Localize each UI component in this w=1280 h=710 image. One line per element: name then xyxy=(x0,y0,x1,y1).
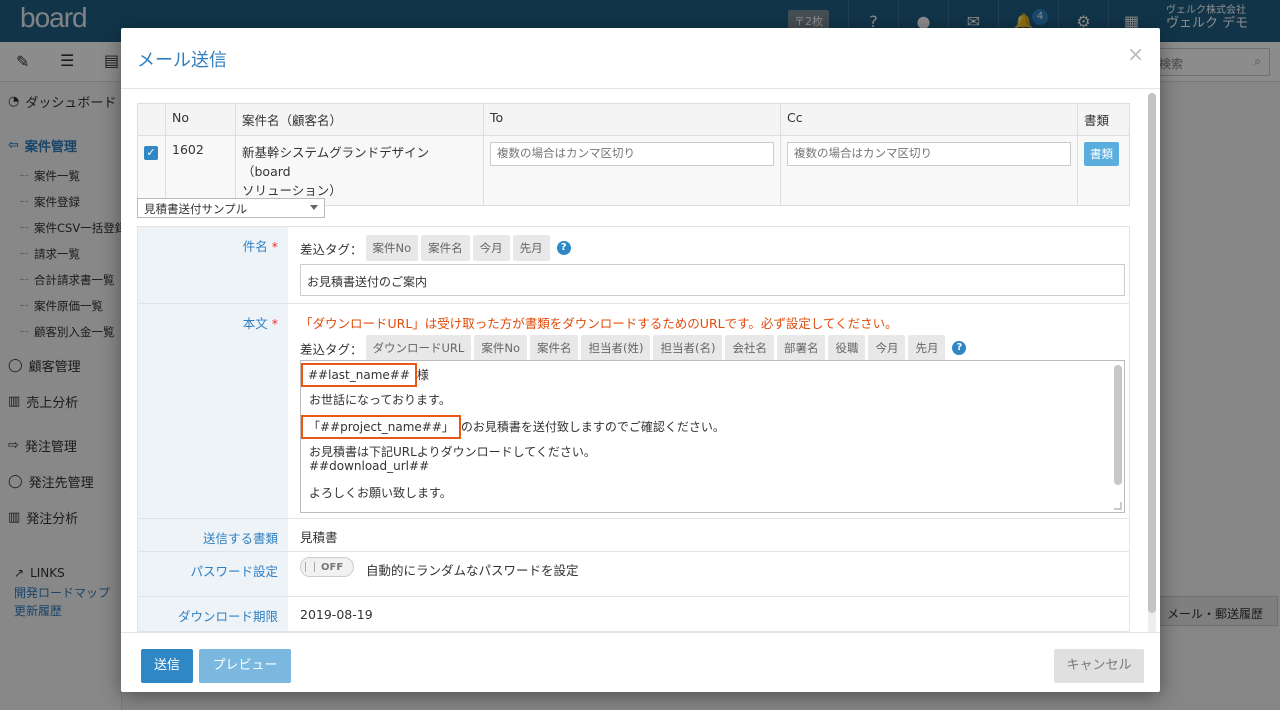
body-textarea[interactable]: ##last_name## 様 お世話になっております。 「##project_n… xyxy=(300,360,1125,513)
documents-row: 送信する書類 見積書 xyxy=(137,519,1130,552)
help-icon[interactable]: ? xyxy=(952,341,967,355)
send-button[interactable]: 送信 xyxy=(141,649,193,683)
modal-footer: 送信 プレビュー キャンセル xyxy=(121,632,1160,692)
password-row: パスワード設定 OFF 自動的にランダムなパスワードを設定 xyxy=(137,552,1130,597)
insert-tag-button[interactable]: 案件名 xyxy=(529,335,579,361)
expiry-row: ダウンロード期限 2019-08-19 xyxy=(137,597,1130,632)
project-name: 新基幹システムグランドデザイン（board xyxy=(242,145,430,179)
download-url-warning: 「ダウンロードURL」は受け取った方が書類をダウンロードするためのURLです。必… xyxy=(300,316,898,331)
chevron-down-icon xyxy=(310,205,318,210)
project-no: 1602 xyxy=(165,135,236,206)
body-label: 本文 * xyxy=(138,304,288,518)
toggle-knob xyxy=(305,562,315,572)
required-mark: * xyxy=(271,316,278,331)
select-column-header xyxy=(137,103,166,136)
last-name-placeholder-highlight: ##last_name## xyxy=(301,363,417,387)
insert-tag-button[interactable]: 部署名 xyxy=(776,335,826,361)
template-select[interactable]: 見積書送付サンプル xyxy=(137,198,325,218)
expiry-value[interactable]: 2019-08-19 xyxy=(288,597,1129,631)
subject-label-text: 件名 xyxy=(242,239,268,254)
cc-field[interactable] xyxy=(787,142,1071,166)
documents-label: 送信する書類 xyxy=(138,519,288,551)
table-header-row: No 案件名（顧客名） To Cc 書類 xyxy=(137,103,1130,136)
tags-label: 差込タグ： xyxy=(300,341,363,357)
scrollbar-thumb[interactable] xyxy=(1148,93,1156,613)
insert-tag-button[interactable]: 先月 xyxy=(908,335,946,361)
insert-tag-button[interactable]: 今月 xyxy=(868,335,906,361)
insert-tag-button[interactable]: 案件No xyxy=(474,335,527,361)
column-header: No xyxy=(165,103,236,136)
to-cell xyxy=(483,135,781,206)
preview-button[interactable]: プレビュー xyxy=(199,649,291,683)
recipients-table: No 案件名（顧客名） To Cc 書類 ✓ 1602 新基幹システムグランドデ… xyxy=(137,103,1130,206)
body-line: ##last_name## 様 xyxy=(301,363,1116,387)
subject-content: 差込タグ： 案件No 案件名 今月 先月 ? お見積書送付のご案内 xyxy=(288,227,1129,303)
customer-name: ソリューション） xyxy=(242,183,342,198)
body-label-text: 本文 xyxy=(242,316,268,331)
insert-tag-button[interactable]: 担当者(姓) xyxy=(581,335,651,361)
help-icon[interactable]: ? xyxy=(556,241,571,255)
modal-title: メール送信 xyxy=(137,50,227,71)
document-button[interactable]: 書類 xyxy=(1084,142,1119,166)
subject-tag-row: 差込タグ： 案件No 案件名 今月 先月 ? xyxy=(300,235,1117,261)
column-header: Cc xyxy=(780,103,1078,136)
doc-cell: 書類 xyxy=(1077,135,1130,206)
expiry-label: ダウンロード期限 xyxy=(138,597,288,631)
project-name-cell: 新基幹システムグランドデザイン（board ソリューション） xyxy=(235,135,484,206)
body-tag-row: 差込タグ： ダウンロードURL 案件No 案件名 担当者(姓) 担当者(名) 会… xyxy=(300,335,1117,361)
toggle-state: OFF xyxy=(321,561,344,573)
resize-handle[interactable] xyxy=(1114,502,1122,510)
insert-tag-button[interactable]: 今月 xyxy=(472,235,510,261)
body-text: のお見積書を送付致しますのでご確認ください。 xyxy=(460,420,725,434)
select-cell: ✓ xyxy=(137,135,166,206)
body-line: よろしくお願い致します。 xyxy=(309,486,452,500)
textarea-scrollbar[interactable] xyxy=(1114,365,1122,485)
subject-row: 件名 * 差込タグ： 案件No 案件名 今月 先月 ? お見積書送付のご案内 xyxy=(137,226,1130,304)
insert-tag-button[interactable]: 担当者(名) xyxy=(653,335,723,361)
documents-value: 見積書 xyxy=(300,530,338,545)
insert-tag-button[interactable]: 先月 xyxy=(512,235,550,261)
subject-input[interactable]: お見積書送付のご案内 xyxy=(300,264,1125,296)
project-name-placeholder-highlight: 「##project_name##」 xyxy=(301,415,461,439)
password-toggle[interactable]: OFF xyxy=(300,557,354,577)
insert-tag-button[interactable]: ダウンロードURL xyxy=(365,335,472,361)
column-header: 案件名（顧客名） xyxy=(235,103,484,136)
insert-tag-button[interactable]: 案件名 xyxy=(421,235,470,261)
body-row: 本文 * 「ダウンロードURL」は受け取った方が書類をダウンロードするためのUR… xyxy=(137,304,1130,519)
cancel-button[interactable]: キャンセル xyxy=(1054,649,1144,683)
body-content: 「ダウンロードURL」は受け取った方が書類をダウンロードするためのURLです。必… xyxy=(288,304,1129,518)
close-icon[interactable]: × xyxy=(1127,42,1144,66)
mail-send-modal: メール送信 × No 案件名（顧客名） To Cc 書類 ✓ 1602 新基幹シ… xyxy=(121,28,1160,692)
column-header: To xyxy=(483,103,781,136)
password-description: 自動的にランダムなパスワードを設定 xyxy=(366,563,579,578)
password-label: パスワード設定 xyxy=(138,552,288,596)
to-field[interactable] xyxy=(490,142,774,166)
body-line: お世話になっております。 xyxy=(309,393,451,407)
body-line: ##download_url## xyxy=(309,459,430,473)
subject-label: 件名 * xyxy=(138,227,288,303)
modal-body: No 案件名（顧客名） To Cc 書類 ✓ 1602 新基幹システムグランドデ… xyxy=(121,89,1160,632)
body-line: 「##project_name##」 のお見積書を送付致しますのでご確認ください。 xyxy=(301,415,1116,439)
template-value: 見積書送付サンプル xyxy=(144,202,248,216)
cc-cell xyxy=(780,135,1078,206)
tags-label: 差込タグ： xyxy=(300,241,363,257)
insert-tag-button[interactable]: 会社名 xyxy=(725,335,774,361)
body-text: 様 xyxy=(416,368,429,382)
password-content: OFF 自動的にランダムなパスワードを設定 xyxy=(288,552,1129,596)
body-line: お見積書は下記URLよりダウンロードしてください。 xyxy=(309,445,596,459)
insert-tag-button[interactable]: 案件No xyxy=(365,235,419,261)
table-row: ✓ 1602 新基幹システムグランドデザイン（board ソリューション） 書類 xyxy=(137,135,1130,206)
insert-tag-button[interactable]: 役職 xyxy=(828,335,866,361)
modal-scrollbar[interactable] xyxy=(1148,93,1156,632)
required-mark: * xyxy=(271,239,278,254)
row-checkbox[interactable]: ✓ xyxy=(144,146,158,160)
column-header: 書類 xyxy=(1077,103,1130,136)
